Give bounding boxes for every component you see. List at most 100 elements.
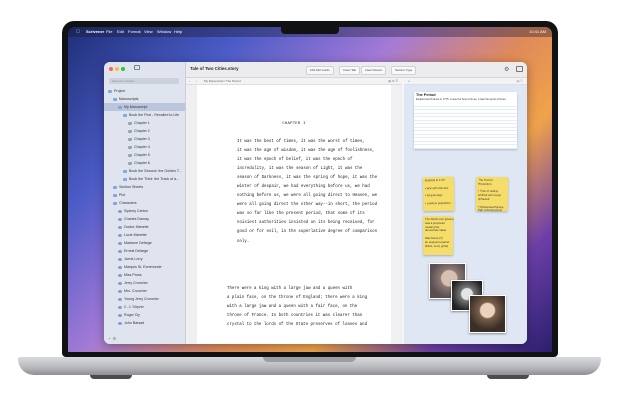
- folder-icon: [123, 169, 127, 173]
- settings-icon[interactable]: ⚙: [504, 66, 509, 73]
- binder-item[interactable]: Young Jerry Cruncher: [104, 295, 185, 303]
- inspector-toggle-icon[interactable]: [516, 66, 523, 72]
- binder-item[interactable]: Section Sheets: [104, 183, 185, 191]
- binder-item[interactable]: Chapter 5: [104, 151, 185, 159]
- bookmark-icon[interactable]: ●: [408, 78, 410, 84]
- binder-item-label: Book the Second: the Golden T...: [129, 169, 182, 173]
- back-icon[interactable]: ‹: [189, 78, 190, 84]
- synopsis-card[interactable]: The Period England and France in 1775. I…: [414, 92, 517, 149]
- binder-item[interactable]: Chapter 1: [104, 119, 185, 127]
- folder-icon: [113, 97, 117, 101]
- binder-item-label: Project: [114, 89, 126, 93]
- binder-item[interactable]: Madame Defarge: [104, 239, 185, 247]
- binder-item[interactable]: Marquis St. Evremonde: [104, 263, 185, 271]
- menu-format[interactable]: Format: [128, 27, 141, 37]
- binder-item[interactable]: Mrs. Cruncher: [104, 287, 185, 295]
- minimize-button[interactable]: [115, 67, 119, 71]
- menu-file[interactable]: File: [106, 27, 112, 37]
- sticky-note[interactable]: The French Revolution • Time of radical …: [475, 176, 509, 213]
- binder-item[interactable]: Chapter 2: [104, 127, 185, 135]
- binder-item[interactable]: Miss Pross: [104, 271, 185, 279]
- binder-item-label: John Barsad: [124, 321, 145, 325]
- insert-tab-button[interactable]: Insert Tab: [339, 66, 361, 75]
- binder-item[interactable]: Lucie Manette: [104, 231, 185, 239]
- editor-header-icons[interactable]: ▤ ⇅ ☰: [388, 78, 398, 84]
- add-item-icon[interactable]: + ⚙: [108, 336, 116, 341]
- binder-item-label: Mrs. Cruncher: [124, 289, 147, 293]
- binder-item-label: Madame Defarge: [124, 241, 152, 245]
- binder-item[interactable]: Chapter 3: [104, 135, 185, 143]
- card-synopsis: England and France in 1775. It was the b…: [416, 98, 507, 101]
- character-icon: [118, 209, 122, 213]
- binder-item[interactable]: Doctor Manette: [104, 223, 185, 231]
- forward-icon[interactable]: ›: [196, 78, 197, 84]
- corkboard-inspector: The Period England and France in 1775. I…: [404, 85, 527, 344]
- document-icon: [128, 129, 132, 133]
- binder-item-label: Charles Darnay: [124, 217, 149, 221]
- binder-search-input[interactable]: Search in project: [109, 78, 179, 84]
- character-photo[interactable]: [469, 295, 506, 333]
- binder-item[interactable]: Book the Second: the Golden T...: [104, 167, 185, 175]
- sticky-note[interactable]: The Dutch Lion (photo) was a proprietor …: [423, 216, 454, 255]
- binder-item[interactable]: Ernest Defarge: [104, 247, 185, 255]
- character-icon: [118, 249, 122, 253]
- zoom-button[interactable]: [121, 67, 125, 71]
- sidebar-toggle-icon[interactable]: [134, 65, 140, 70]
- section-type-button[interactable]: Section Type: [391, 66, 417, 75]
- paragraph-1[interactable]: It was the best of times, it was the wor…: [237, 138, 383, 247]
- toolbar: Tale of Two Cities.story 100,912 words I…: [186, 62, 527, 78]
- editor-breadcrumb[interactable]: My Manuscript / The Period: [204, 78, 241, 84]
- binder-item[interactable]: John Barsad: [104, 319, 185, 327]
- menu-clock[interactable]: 10:41 AM: [529, 27, 546, 37]
- binder-item-label: Marquis St. Evremonde: [124, 265, 162, 269]
- word-count-button[interactable]: 100,912 words: [306, 66, 334, 75]
- binder-item[interactable]: Manuscripts: [104, 95, 185, 103]
- binder-item[interactable]: Jerry Cruncher: [104, 279, 185, 287]
- binder-item[interactable]: Project: [104, 87, 185, 95]
- paragraph-2[interactable]: There were a king with a large jaw and a…: [227, 285, 387, 330]
- folder-icon: [113, 201, 117, 205]
- binder-item[interactable]: Jarvis Lorry: [104, 255, 185, 263]
- document-icon: [128, 121, 132, 125]
- binder-item[interactable]: My Manuscript: [104, 103, 185, 111]
- inspector-header-icons[interactable]: ▤ ☰: [517, 78, 523, 84]
- sticky-note[interactable]: England in 1775 • War with America • Kin…: [422, 176, 455, 212]
- binder-item[interactable]: Charles Darnay: [104, 215, 185, 223]
- apple-menu-icon[interactable]: : [76, 27, 80, 37]
- binder-item[interactable]: Book the First - Recalled to Life: [104, 111, 185, 119]
- binder-item-label: Manuscripts: [119, 97, 139, 101]
- menu-app-name[interactable]: Scrivener: [86, 27, 104, 37]
- manuscript-page[interactable]: CHAPTER I It was the best of times, it w…: [197, 85, 391, 344]
- binder-item[interactable]: Characters: [104, 199, 185, 207]
- binder-item-label: Plot: [119, 193, 126, 197]
- binder-item-label: Chapter 2: [134, 129, 150, 133]
- menu-window[interactable]: Window: [157, 27, 171, 37]
- character-icon: [118, 305, 122, 309]
- binder-item[interactable]: Chapter 6: [104, 159, 185, 167]
- character-icon: [118, 313, 122, 317]
- document-icon: [128, 161, 132, 165]
- binder-item[interactable]: Plot: [104, 191, 185, 199]
- binder-item[interactable]: Sydney Carton: [104, 207, 185, 215]
- binder-item[interactable]: Chapter 4: [104, 143, 185, 151]
- binder-item-label: Chapter 3: [134, 137, 150, 141]
- document-icon: [128, 153, 132, 157]
- folder-icon: [123, 177, 127, 181]
- menu-edit[interactable]: Edit: [117, 27, 124, 37]
- binder-item[interactable]: Book the Third: the Track of a...: [104, 175, 185, 183]
- close-button[interactable]: [109, 67, 113, 71]
- character-icon: [118, 289, 122, 293]
- card-lines: [414, 103, 517, 149]
- folder-icon: [113, 193, 117, 197]
- insert-return-button[interactable]: Insert Return: [361, 66, 387, 75]
- binder-item-label: Ernest Defarge: [124, 249, 149, 253]
- menu-view[interactable]: View: [144, 27, 153, 37]
- binder-item[interactable]: C. J. Stryver: [104, 303, 185, 311]
- folder-icon: [108, 89, 112, 93]
- menu-help[interactable]: Help: [174, 27, 182, 37]
- document-icon: [128, 137, 132, 141]
- binder-item[interactable]: Roger Cly: [104, 311, 185, 319]
- binder-item-label: Section Sheets: [119, 185, 144, 189]
- camera-notch: [281, 27, 339, 34]
- binder-item-label: Chapter 5: [134, 153, 150, 157]
